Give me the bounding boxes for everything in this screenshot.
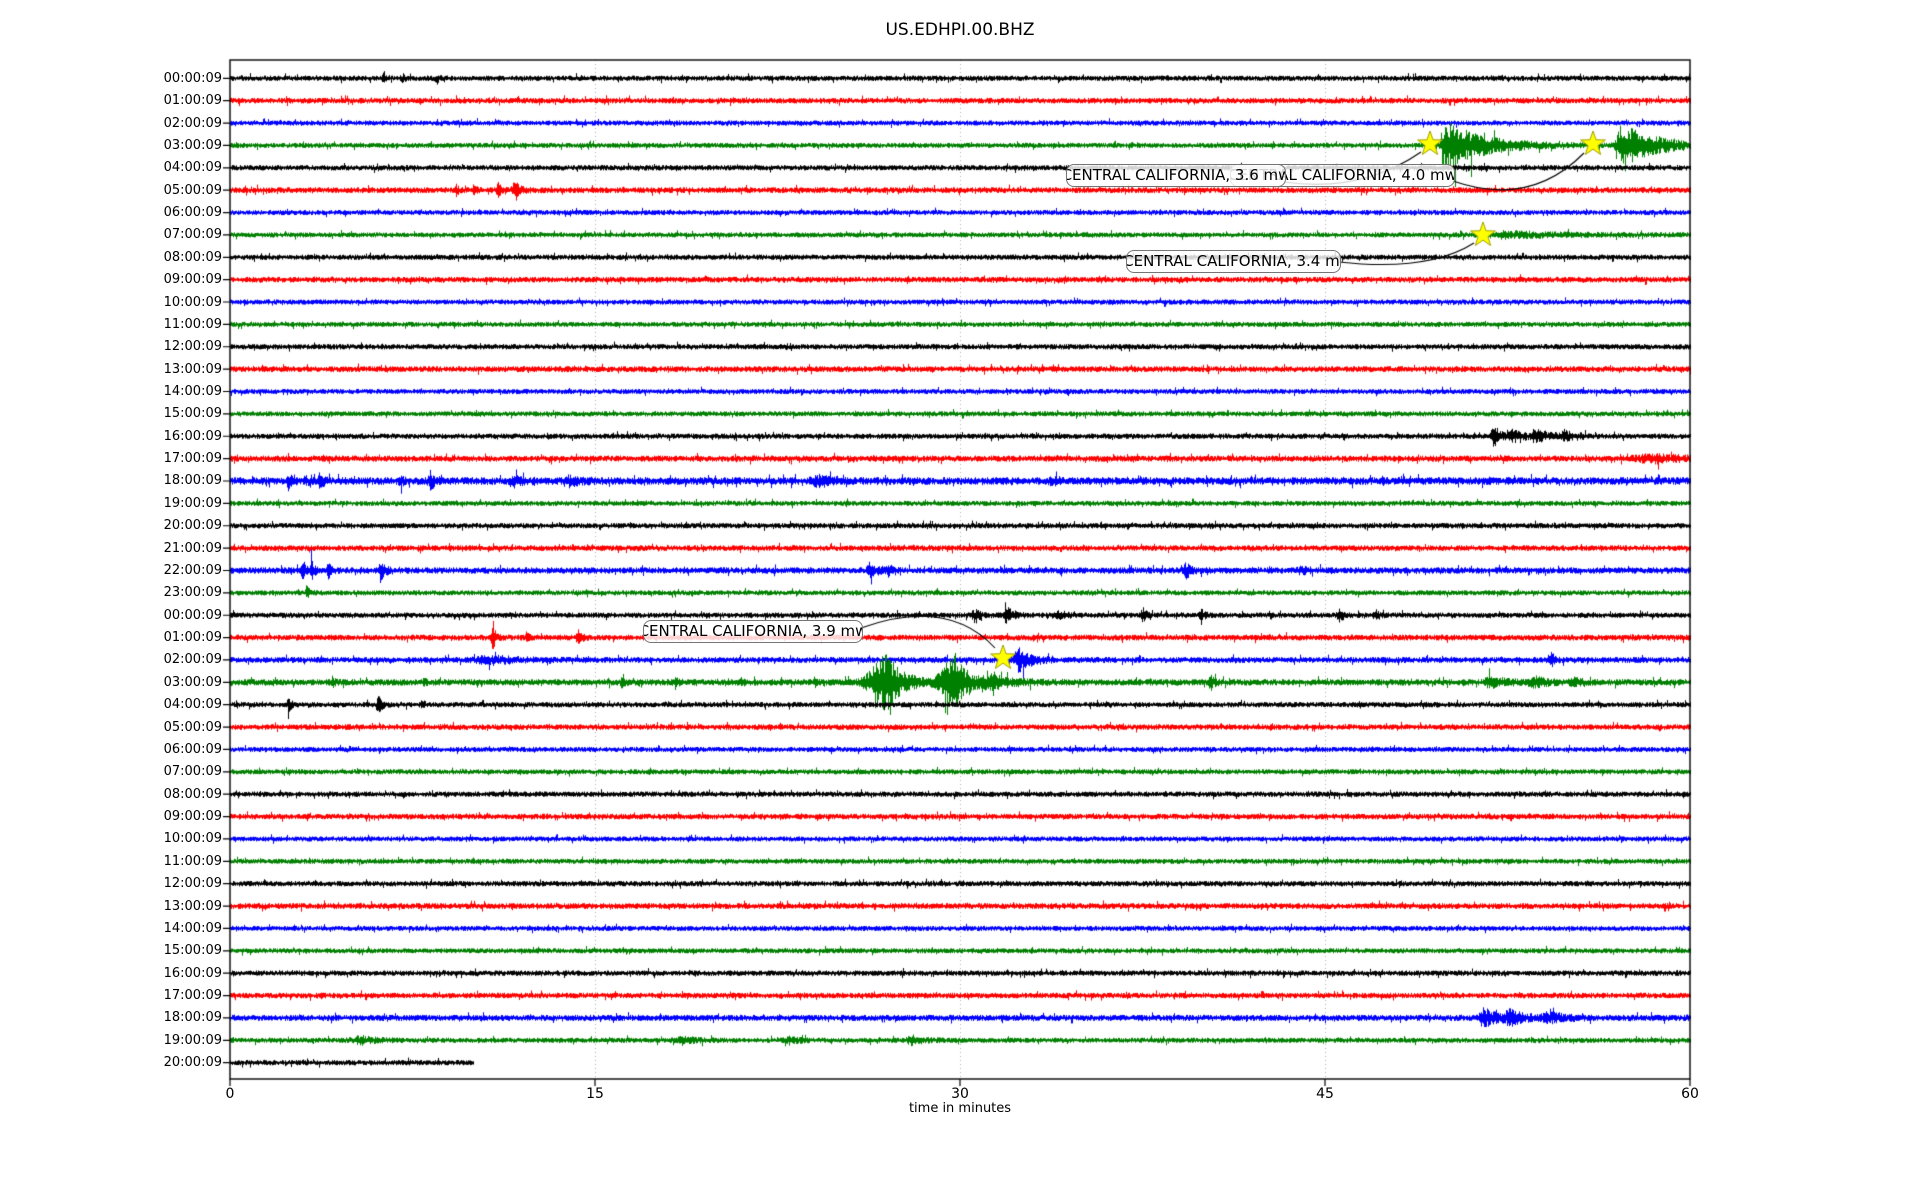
trace-time-label: 18:00:09 <box>163 1010 222 1026</box>
trace-time-label: 09:00:09 <box>163 272 222 288</box>
helicorder-canvas <box>0 0 1920 1200</box>
trace-time-label: 15:00:09 <box>163 943 222 959</box>
trace-time-label: 02:00:09 <box>163 652 222 668</box>
trace-time-label: 07:00:09 <box>163 227 222 243</box>
trace-time-label: 16:00:09 <box>163 428 222 444</box>
trace-time-label: 11:00:09 <box>163 316 222 332</box>
trace-time-label: 12:00:09 <box>163 339 222 355</box>
trace-time-label: 20:00:09 <box>163 1055 222 1071</box>
trace-time-label: 03:00:09 <box>163 137 222 153</box>
figure: US.EDHPI.00.BHZ time in minutes 00:00:09… <box>0 0 1920 1200</box>
trace-time-label: 15:00:09 <box>163 406 222 422</box>
trace-time-label: 23:00:09 <box>163 585 222 601</box>
x-tick-label: 45 <box>1316 1086 1334 1102</box>
trace-time-label: 12:00:09 <box>163 876 222 892</box>
trace-time-label: 14:00:09 <box>163 384 222 399</box>
trace-time-label: 08:00:09 <box>163 249 222 265</box>
trace-time-label: 17:00:09 <box>163 988 222 1004</box>
annotation-box: CENTRAL CALIFORNIA, 3.6 mw <box>1066 164 1286 187</box>
trace-time-label: 06:00:09 <box>163 741 222 757</box>
annotation-box: CENTRAL CALIFORNIA, 3.4 ml <box>1126 250 1341 273</box>
trace-time-label: 08:00:09 <box>163 786 222 802</box>
trace-time-label: 13:00:09 <box>163 361 222 377</box>
trace-time-label: 11:00:09 <box>163 853 222 869</box>
x-axis-title: time in minutes <box>908 1101 1012 1116</box>
trace-time-label: 16:00:09 <box>163 965 222 981</box>
trace-time-label: 01:00:09 <box>163 93 222 109</box>
trace-time-label: 00:00:09 <box>163 70 222 86</box>
x-tick-label: 60 <box>1681 1086 1699 1102</box>
trace-time-label: 05:00:09 <box>163 719 222 735</box>
trace-time-label: 01:00:09 <box>163 630 222 646</box>
trace-time-label: 19:00:09 <box>163 1032 222 1048</box>
x-tick-label: 0 <box>225 1086 235 1102</box>
trace-time-label: 10:00:09 <box>163 831 222 847</box>
trace-time-label: 20:00:09 <box>163 518 222 534</box>
trace-time-label: 04:00:09 <box>163 160 222 176</box>
trace-time-label: 02:00:09 <box>163 115 222 131</box>
annotation-box: CENTRAL CALIFORNIA, 3.9 mw <box>643 620 863 643</box>
trace-time-label: 10:00:09 <box>163 294 222 310</box>
trace-time-label: 13:00:09 <box>163 898 222 914</box>
figure-title: US.EDHPI.00.BHZ <box>885 20 1035 40</box>
trace-time-label: 14:00:09 <box>163 920 222 936</box>
trace-time-label: 18:00:09 <box>163 473 222 489</box>
trace-time-label: 09:00:09 <box>163 809 222 825</box>
trace-time-label: 22:00:09 <box>163 562 222 578</box>
x-tick-label: 15 <box>586 1086 604 1102</box>
x-tick-label: 30 <box>951 1086 969 1102</box>
trace-time-label: 07:00:09 <box>163 764 222 780</box>
trace-time-label: 17:00:09 <box>163 451 222 467</box>
trace-time-label: 19:00:09 <box>163 495 222 511</box>
trace-time-label: 00:00:09 <box>163 607 222 623</box>
trace-time-label: 21:00:09 <box>163 540 222 556</box>
trace-time-label: 06:00:09 <box>163 205 222 221</box>
trace-time-label: 03:00:09 <box>163 674 222 690</box>
trace-time-label: 05:00:09 <box>163 182 222 198</box>
trace-time-label: 04:00:09 <box>163 697 222 713</box>
